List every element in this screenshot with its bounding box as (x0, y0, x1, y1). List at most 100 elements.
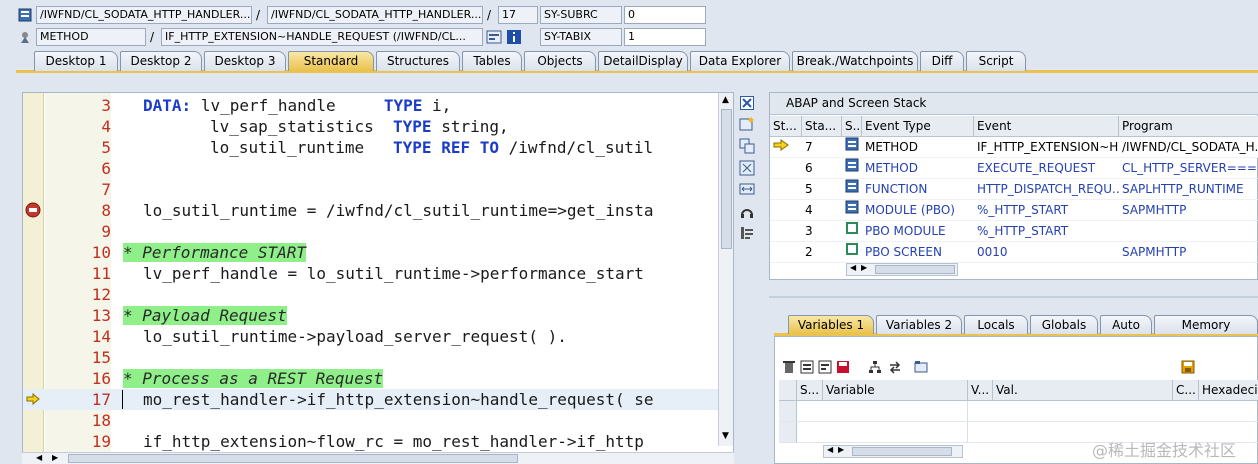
col-event[interactable]: Event (974, 116, 1119, 137)
save-layout-icon[interactable] (835, 359, 851, 375)
variable-input[interactable] (823, 401, 968, 421)
services-icon[interactable] (739, 203, 755, 219)
info-icon[interactable] (506, 29, 522, 45)
col-value[interactable]: Val. (993, 380, 1173, 401)
variables-horizontal-scrollbar[interactable]: ◀ ▶ (823, 445, 963, 458)
tab-desktop-1[interactable]: Desktop 1 (34, 51, 118, 71)
save-icon[interactable] (1180, 359, 1196, 375)
swap-icon[interactable] (739, 181, 755, 197)
tab-desktop-3[interactable]: Desktop 3 (204, 51, 286, 71)
row-selector[interactable] (779, 401, 797, 421)
scroll-thumb[interactable] (721, 109, 732, 249)
code-line[interactable]: 3 DATA: lv_perf_handle TYPE i, (23, 95, 733, 116)
tab-desktop-2[interactable]: Desktop 2 (120, 51, 202, 71)
delete-icon[interactable] (781, 359, 797, 375)
table-row[interactable]: 3 PBO MODULE %_HTTP_START (770, 221, 1258, 242)
close-icon[interactable] (739, 95, 755, 111)
code-line[interactable]: 13 * Payload Request (23, 305, 733, 326)
tab-script[interactable]: Script (966, 51, 1026, 71)
code-line[interactable]: 14 lo_sutil_runtime->payload_server_reque… (23, 326, 733, 347)
tab-data-explorer[interactable]: Data Explorer (690, 51, 790, 71)
program-field-1[interactable]: /IWFND/CL_SODATA_HTTP_HANDLER... (36, 6, 252, 24)
variable-input[interactable] (823, 422, 968, 442)
replace-tool-icon[interactable] (739, 138, 755, 154)
col-s[interactable]: S.. (842, 116, 862, 137)
code-line[interactable]: 18 (23, 410, 733, 431)
new-tool-icon[interactable] (739, 116, 755, 132)
line-number-field[interactable]: 17 (498, 6, 538, 24)
table-row[interactable]: 7 METHOD IF_HTTP_EXTENSION~H.../IWFND/CL_S… (770, 137, 1258, 158)
settings-icon[interactable] (739, 225, 755, 241)
code-line[interactable]: 12 (23, 284, 733, 305)
col-var-status[interactable]: S... (797, 380, 823, 401)
row-selector-header[interactable] (779, 380, 797, 401)
sy-tabix-value[interactable]: 1 (624, 28, 706, 46)
table-row[interactable]: 5 FUNCTION HTTP_DISPATCH_REQU... SAPLHTTP_R… (770, 179, 1258, 200)
col-c[interactable]: C... (1173, 380, 1199, 401)
col-hexadecimal[interactable]: Hexadecimal (1199, 380, 1258, 401)
code-line[interactable]: 9 (23, 221, 733, 242)
method-field[interactable]: IF_HTTP_EXTENSION~HANDLE_REQUEST (/IWFND… (161, 28, 483, 46)
pane-splitter[interactable] (769, 296, 1258, 298)
tab-auto[interactable]: Auto (1100, 315, 1152, 334)
code-line[interactable]: 19 if_http_extension~flow_rc = mo_rest_ha… (23, 431, 733, 452)
col-program[interactable]: Program (1119, 116, 1258, 137)
tab-tables[interactable]: Tables (462, 51, 522, 71)
code-line[interactable]: 16 * Process as a REST Request (23, 368, 733, 389)
code-line[interactable]: 4 lv_sap_statistics TYPE string, (23, 116, 733, 137)
scroll-up-icon[interactable]: ▲ (722, 95, 729, 105)
scroll-left-icon[interactable]: ◀ (850, 263, 856, 272)
insert-row-icon[interactable] (799, 359, 815, 375)
tab-variables-1[interactable]: Variables 1 (788, 315, 874, 334)
tab-detaildisplay[interactable]: DetailDisplay (598, 51, 688, 71)
editor-vertical-scrollbar[interactable]: ▲ ▼ (718, 93, 733, 446)
tab-variables-2[interactable]: Variables 2 (876, 315, 962, 334)
table-row[interactable]: 6 METHODEXECUTE_REQUESTCL_HTTP_SERVER====… (770, 158, 1258, 179)
code-line[interactable]: 15 (23, 347, 733, 368)
col-event-type[interactable]: Event Type (862, 116, 974, 137)
breakpoint-icon[interactable] (25, 202, 41, 218)
table-row[interactable] (779, 401, 1258, 422)
navigate-icon[interactable] (486, 29, 502, 45)
editor-horizontal-scrollbar[interactable]: ◀ ▶ (22, 452, 734, 464)
tab-objects[interactable]: Objects (524, 51, 596, 71)
scroll-thumb[interactable] (68, 454, 518, 463)
append-row-icon[interactable] (817, 359, 833, 375)
program-field-2[interactable]: /IWFND/CL_SODATA_HTTP_HANDLER... (267, 6, 483, 24)
scroll-right-icon[interactable]: ▶ (838, 445, 844, 454)
scroll-left-icon[interactable]: ◀ (36, 453, 42, 462)
tab-diff[interactable]: Diff (920, 51, 964, 71)
tab-structures[interactable]: Structures (376, 51, 460, 71)
code-line[interactable]: 10 * Performance START (23, 242, 733, 263)
code-line[interactable]: 7 (23, 179, 733, 200)
col-status[interactable]: St... (770, 116, 802, 137)
code-line[interactable]: 17 mo_rest_handler->if_http_extension~han… (23, 389, 733, 410)
table-row[interactable]: 2 PBO SCREEN 0010 SAPMHTTP (770, 242, 1258, 263)
code-line[interactable]: 6 (23, 158, 733, 179)
row-selector[interactable] (779, 422, 797, 442)
table-row[interactable]: 4 MODULE (PBO) %_HTTP_START SAPMHTTP (770, 200, 1258, 221)
col-variable[interactable]: Variable (823, 380, 968, 401)
source-code-editor[interactable]: 3 DATA: lv_perf_handle TYPE i, 4 lv_sap_sta… (22, 92, 734, 453)
scroll-thumb[interactable] (852, 447, 952, 456)
code-line[interactable]: 11 lv_perf_handle = lo_sutil_runtime->per… (23, 263, 733, 284)
scroll-left-icon[interactable]: ◀ (827, 445, 833, 454)
stack-horizontal-scrollbar[interactable]: ◀ ▶ (846, 263, 958, 276)
scroll-down-icon[interactable]: ▼ (722, 431, 729, 441)
tab-memory-analysis[interactable]: Memory Analysis (1154, 315, 1258, 350)
hierarchy-icon[interactable] (867, 359, 883, 375)
col-v[interactable]: V... (968, 380, 993, 401)
folder-icon[interactable] (913, 359, 929, 375)
col-stack-level[interactable]: Sta... (802, 116, 842, 137)
tab-locals[interactable]: Locals (964, 315, 1028, 334)
code-line[interactable]: 8 lo_sutil_runtime = /iwfnd/cl_sutil_runt… (23, 200, 733, 221)
tab-standard[interactable]: Standard (288, 51, 374, 71)
scroll-right-icon[interactable]: ▶ (861, 263, 867, 272)
maximize-icon[interactable] (739, 160, 755, 176)
tab-globals[interactable]: Globals (1030, 315, 1098, 334)
transfer-icon[interactable] (887, 359, 903, 375)
sy-subrc-value[interactable]: 0 (624, 6, 706, 24)
scroll-right-icon[interactable]: ▶ (52, 453, 58, 462)
scroll-thumb[interactable] (875, 265, 955, 274)
code-line[interactable]: 5 lo_sutil_runtime TYPE REF TO /iwfnd/cl_… (23, 137, 733, 158)
